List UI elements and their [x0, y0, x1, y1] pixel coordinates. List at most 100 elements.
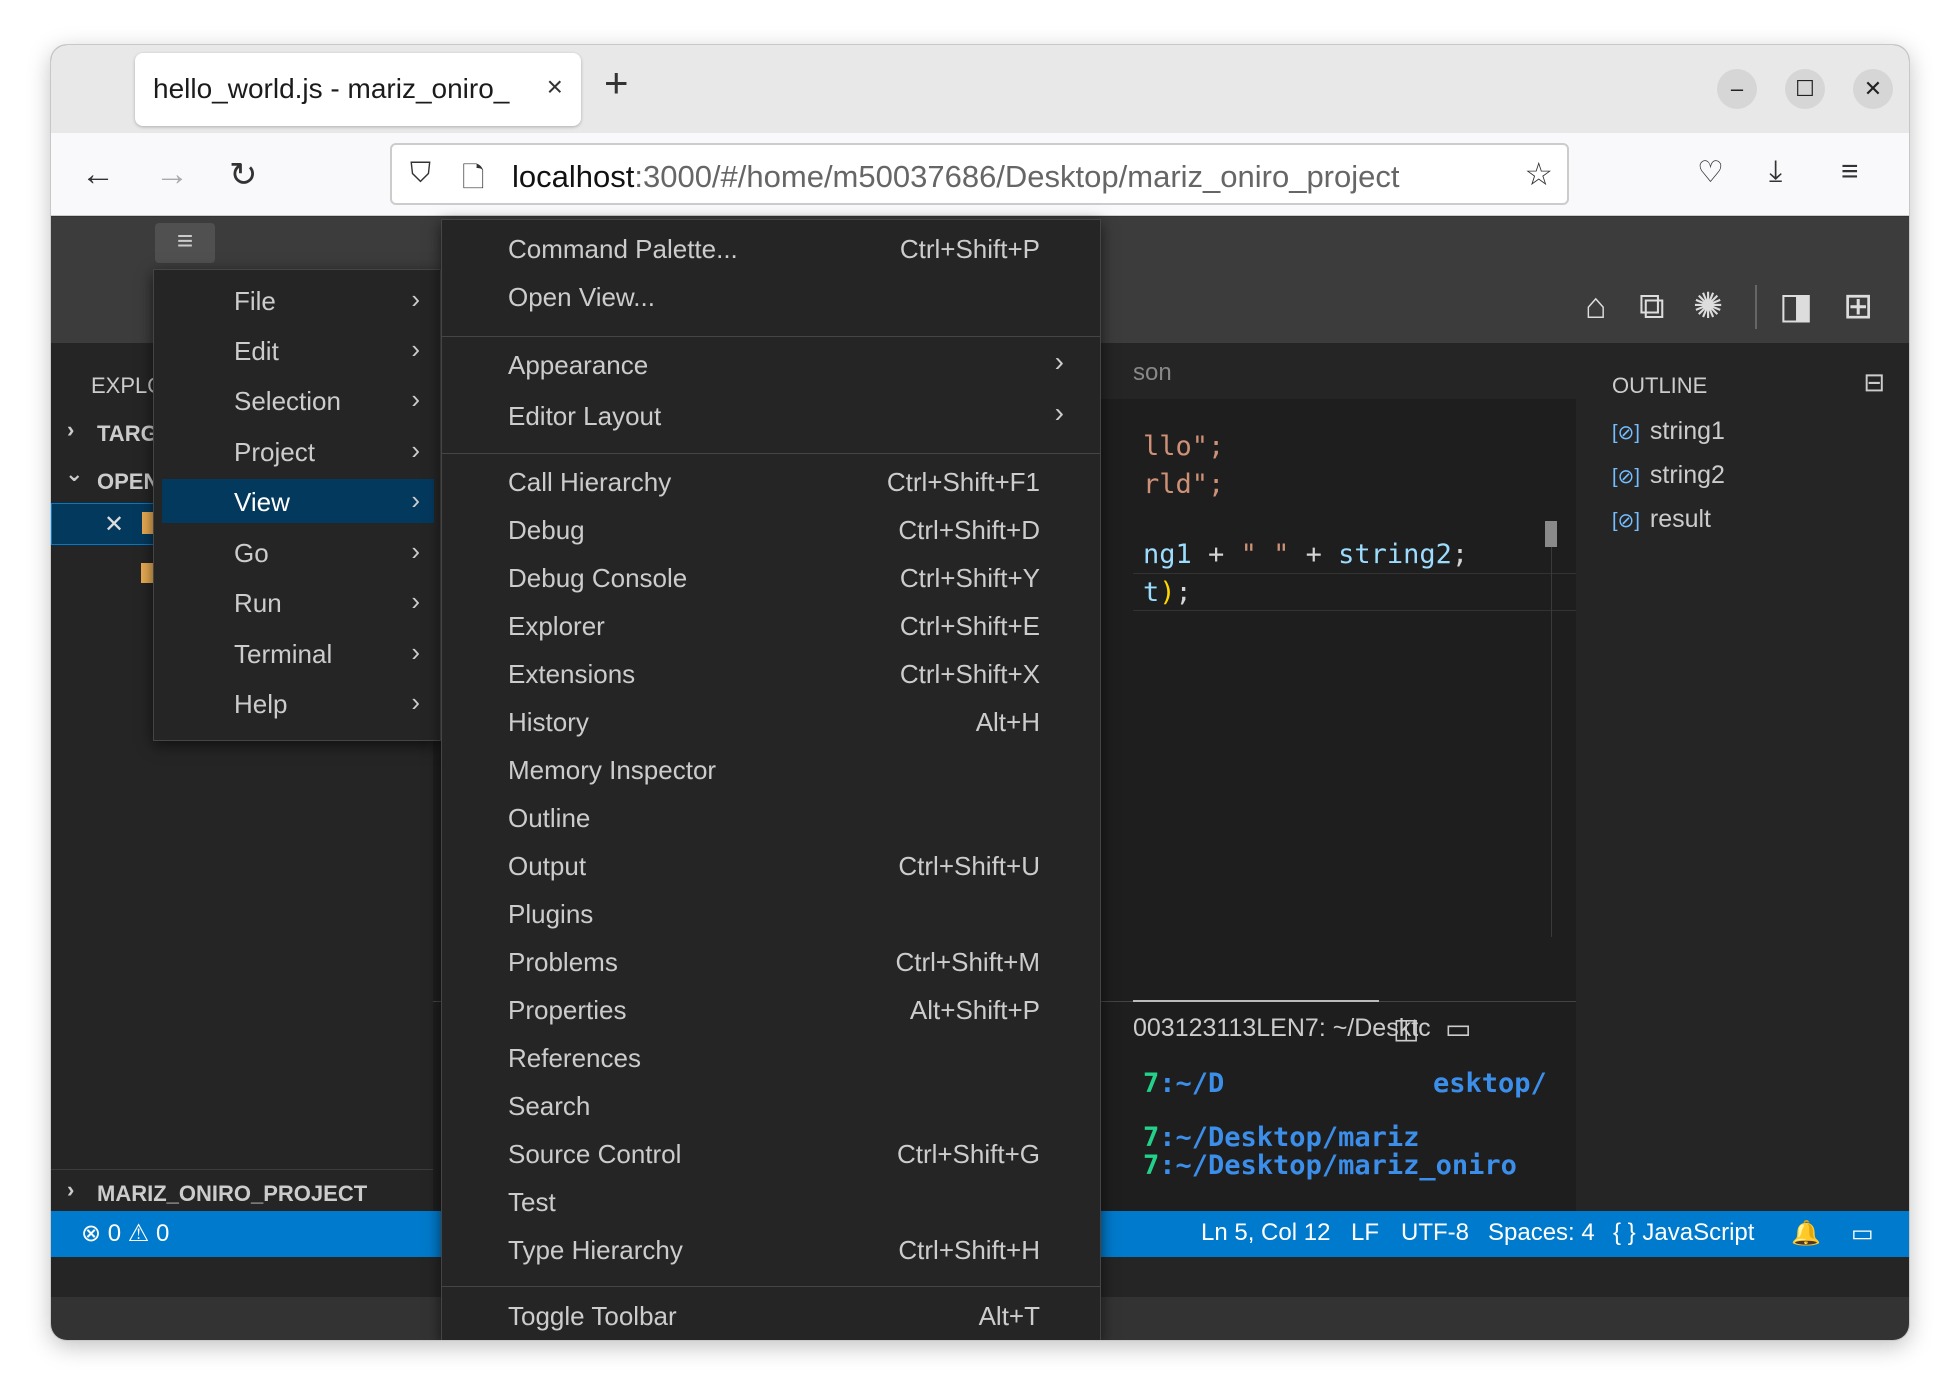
variable-icon: [⊘]	[1612, 466, 1640, 488]
encoding-status[interactable]: UTF-8	[1401, 1219, 1469, 1247]
menu-item-memory-inspector[interactable]: Memory Inspector	[442, 749, 1100, 789]
menu-item-command-palette[interactable]: Command Palette... Ctrl+Shift+P	[442, 228, 1100, 268]
back-icon[interactable]: ←	[81, 155, 115, 194]
menu-item-history[interactable]: History Alt+H	[442, 701, 1100, 741]
toolbar-divider	[1755, 285, 1757, 329]
browser-tab[interactable]: hello_world.js - mariz_oniro_ ×	[135, 53, 581, 126]
shield-icon[interactable]: ⛉	[410, 157, 431, 190]
outline-item[interactable]: [⊘] string1	[1612, 417, 1725, 446]
menu-item-file[interactable]: File ›	[162, 278, 434, 322]
home-icon[interactable]: ⌂	[1585, 285, 1607, 327]
outline-title: OUTLINE	[1612, 373, 1708, 398]
chevron-right-icon: ›	[1054, 397, 1064, 428]
notifications-icon[interactable]: 🔔	[1791, 1219, 1821, 1248]
menu-item-debug-console[interactable]: Debug Console Ctrl+Shift+Y	[442, 557, 1100, 597]
menu-item-problems[interactable]: Problems Ctrl+Shift+M	[442, 941, 1100, 981]
warning-icon: ⚠	[121, 1220, 156, 1247]
menu-item-plugins[interactable]: Plugins	[442, 893, 1100, 933]
menu-item-project[interactable]: Project ›	[162, 429, 434, 473]
chevron-right-icon[interactable]: ›	[67, 1177, 74, 1203]
menu-item-toggle-toolbar[interactable]: Toggle Toolbar Alt+T	[442, 1295, 1100, 1335]
collapse-all-icon[interactable]: ⊟	[1863, 367, 1885, 398]
chevron-right-icon: ›	[411, 586, 420, 616]
eol-status[interactable]: LF	[1351, 1219, 1379, 1247]
braces-icon: { }	[1613, 1219, 1643, 1246]
section-project[interactable]: MARIZ_ONIRO_PROJECT	[97, 1181, 367, 1207]
menu-item-view[interactable]: View ›	[162, 479, 434, 523]
menu-item-output[interactable]: Output Ctrl+Shift+U	[442, 845, 1100, 885]
menu-separator	[442, 336, 1100, 337]
menu-item-references[interactable]: References	[442, 1037, 1100, 1077]
indentation-status[interactable]: Spaces: 4	[1488, 1219, 1595, 1247]
toggle-panel-icon[interactable]: ◨	[1779, 285, 1813, 327]
tab-close-icon[interactable]: ×	[547, 71, 563, 103]
outline-item[interactable]: [⊘] string2	[1612, 461, 1725, 490]
chevron-right-icon: ›	[411, 334, 420, 364]
url-bar[interactable]: ⛉ 🗋 localhost:3000/#/home/m50037686/Desk…	[390, 143, 1569, 205]
chevron-right-icon: ›	[1054, 346, 1064, 377]
page-icon: 🗋	[462, 162, 485, 193]
code-line: rld";	[1143, 469, 1225, 500]
menu-item-type-hierarchy[interactable]: Type Hierarchy Ctrl+Shift+H	[442, 1229, 1100, 1269]
menu-item-explorer[interactable]: Explorer Ctrl+Shift+E	[442, 605, 1100, 645]
menu-item-source-control[interactable]: Source Control Ctrl+Shift+G	[442, 1133, 1100, 1173]
menu-item-open-view[interactable]: Open View...	[442, 276, 1100, 316]
problems-status[interactable]: ⊗ 0 ⚠ 0	[81, 1219, 169, 1248]
bookmark-star-icon[interactable]: ☆	[1524, 155, 1553, 193]
menu-item-edit[interactable]: Edit ›	[162, 328, 434, 372]
language-status[interactable]: { } JavaScript	[1613, 1219, 1754, 1247]
copy-icon[interactable]: ⧉	[1639, 285, 1665, 328]
new-tab-button[interactable]: +	[604, 59, 629, 107]
layout-status-icon[interactable]: ▭	[1851, 1219, 1874, 1248]
hamburger-menu-icon[interactable]: ≡	[155, 223, 215, 263]
chevron-down-icon[interactable]: ⌄	[65, 461, 83, 487]
menu-separator	[442, 453, 1100, 454]
editor-scrollbar[interactable]	[1545, 521, 1557, 547]
debug-icon[interactable]: ✺	[1693, 285, 1723, 327]
menu-item-go[interactable]: Go ›	[162, 530, 434, 574]
terminal-line-suffix: esktop/	[1433, 1068, 1547, 1099]
menu-item-editor-layout[interactable]: Editor Layout ›	[442, 395, 1100, 435]
forward-icon[interactable]: →	[155, 155, 189, 194]
menu-item-debug[interactable]: Debug Ctrl+Shift+D	[442, 509, 1100, 549]
variable-icon: [⊘]	[1612, 422, 1640, 444]
cursor-position[interactable]: Ln 5, Col 12	[1201, 1219, 1330, 1247]
menu-item-properties[interactable]: Properties Alt+Shift+P	[442, 989, 1100, 1029]
menu-item-selection[interactable]: Selection ›	[162, 378, 434, 422]
browser-window: hello_world.js - mariz_oniro_ × + – ☐ ✕ …	[51, 45, 1909, 1340]
url-text: localhost:3000/#/home/m50037686/Desktop/…	[512, 159, 1400, 194]
chevron-right-icon[interactable]: ›	[67, 417, 74, 443]
chevron-right-icon: ›	[411, 435, 420, 465]
section-target[interactable]: TARG	[97, 421, 158, 447]
chevron-right-icon: ›	[411, 284, 420, 314]
maximize-button[interactable]: ☐	[1785, 69, 1825, 109]
menu-item-terminal[interactable]: Terminal ›	[162, 631, 434, 675]
outline-panel: OUTLINE ⊟ [⊘] string1 [⊘] string2 [⊘] resul…	[1576, 343, 1909, 1211]
app-menu-icon[interactable]: ≡	[1841, 155, 1859, 189]
menu-item-search[interactable]: Search	[442, 1085, 1100, 1125]
minimize-button[interactable]: –	[1717, 69, 1757, 109]
layout-icon[interactable]: ⊞	[1843, 285, 1873, 327]
menu-item-extensions[interactable]: Extensions Ctrl+Shift+X	[442, 653, 1100, 693]
menu-item-call-hierarchy[interactable]: Call Hierarchy Ctrl+Shift+F1	[442, 461, 1100, 501]
close-window-button[interactable]: ✕	[1853, 69, 1893, 109]
terminal-title[interactable]: 003123113LEN7: ~/Desktc	[1133, 1014, 1431, 1043]
menu-item-appearance[interactable]: Appearance ›	[442, 344, 1100, 384]
split-terminal-icon[interactable]: ◫	[1393, 1012, 1419, 1045]
menu-item-run[interactable]: Run ›	[162, 580, 434, 624]
outline-item[interactable]: [⊘] result	[1612, 505, 1711, 534]
reload-icon[interactable]: ↻	[229, 155, 258, 195]
section-open-editors[interactable]: OPEN	[97, 469, 159, 495]
error-icon: ⊗	[81, 1220, 108, 1247]
maximize-panel-icon[interactable]: ▭	[1445, 1012, 1471, 1045]
download-icon[interactable]: ⤓	[1769, 155, 1782, 189]
pocket-icon[interactable]: ♡	[1697, 155, 1724, 190]
tab-title: hello_world.js - mariz_oniro_	[153, 73, 510, 104]
main-menu: File › Edit › Selection › Project › View › Go…	[153, 269, 441, 741]
close-icon[interactable]: ✕	[104, 510, 124, 539]
scrollbar-track	[1551, 523, 1552, 937]
editor-tab-label[interactable]: son	[1133, 359, 1172, 387]
menu-item-outline[interactable]: Outline	[442, 797, 1100, 837]
menu-item-test[interactable]: Test	[442, 1181, 1100, 1221]
menu-item-help[interactable]: Help ›	[162, 681, 434, 725]
